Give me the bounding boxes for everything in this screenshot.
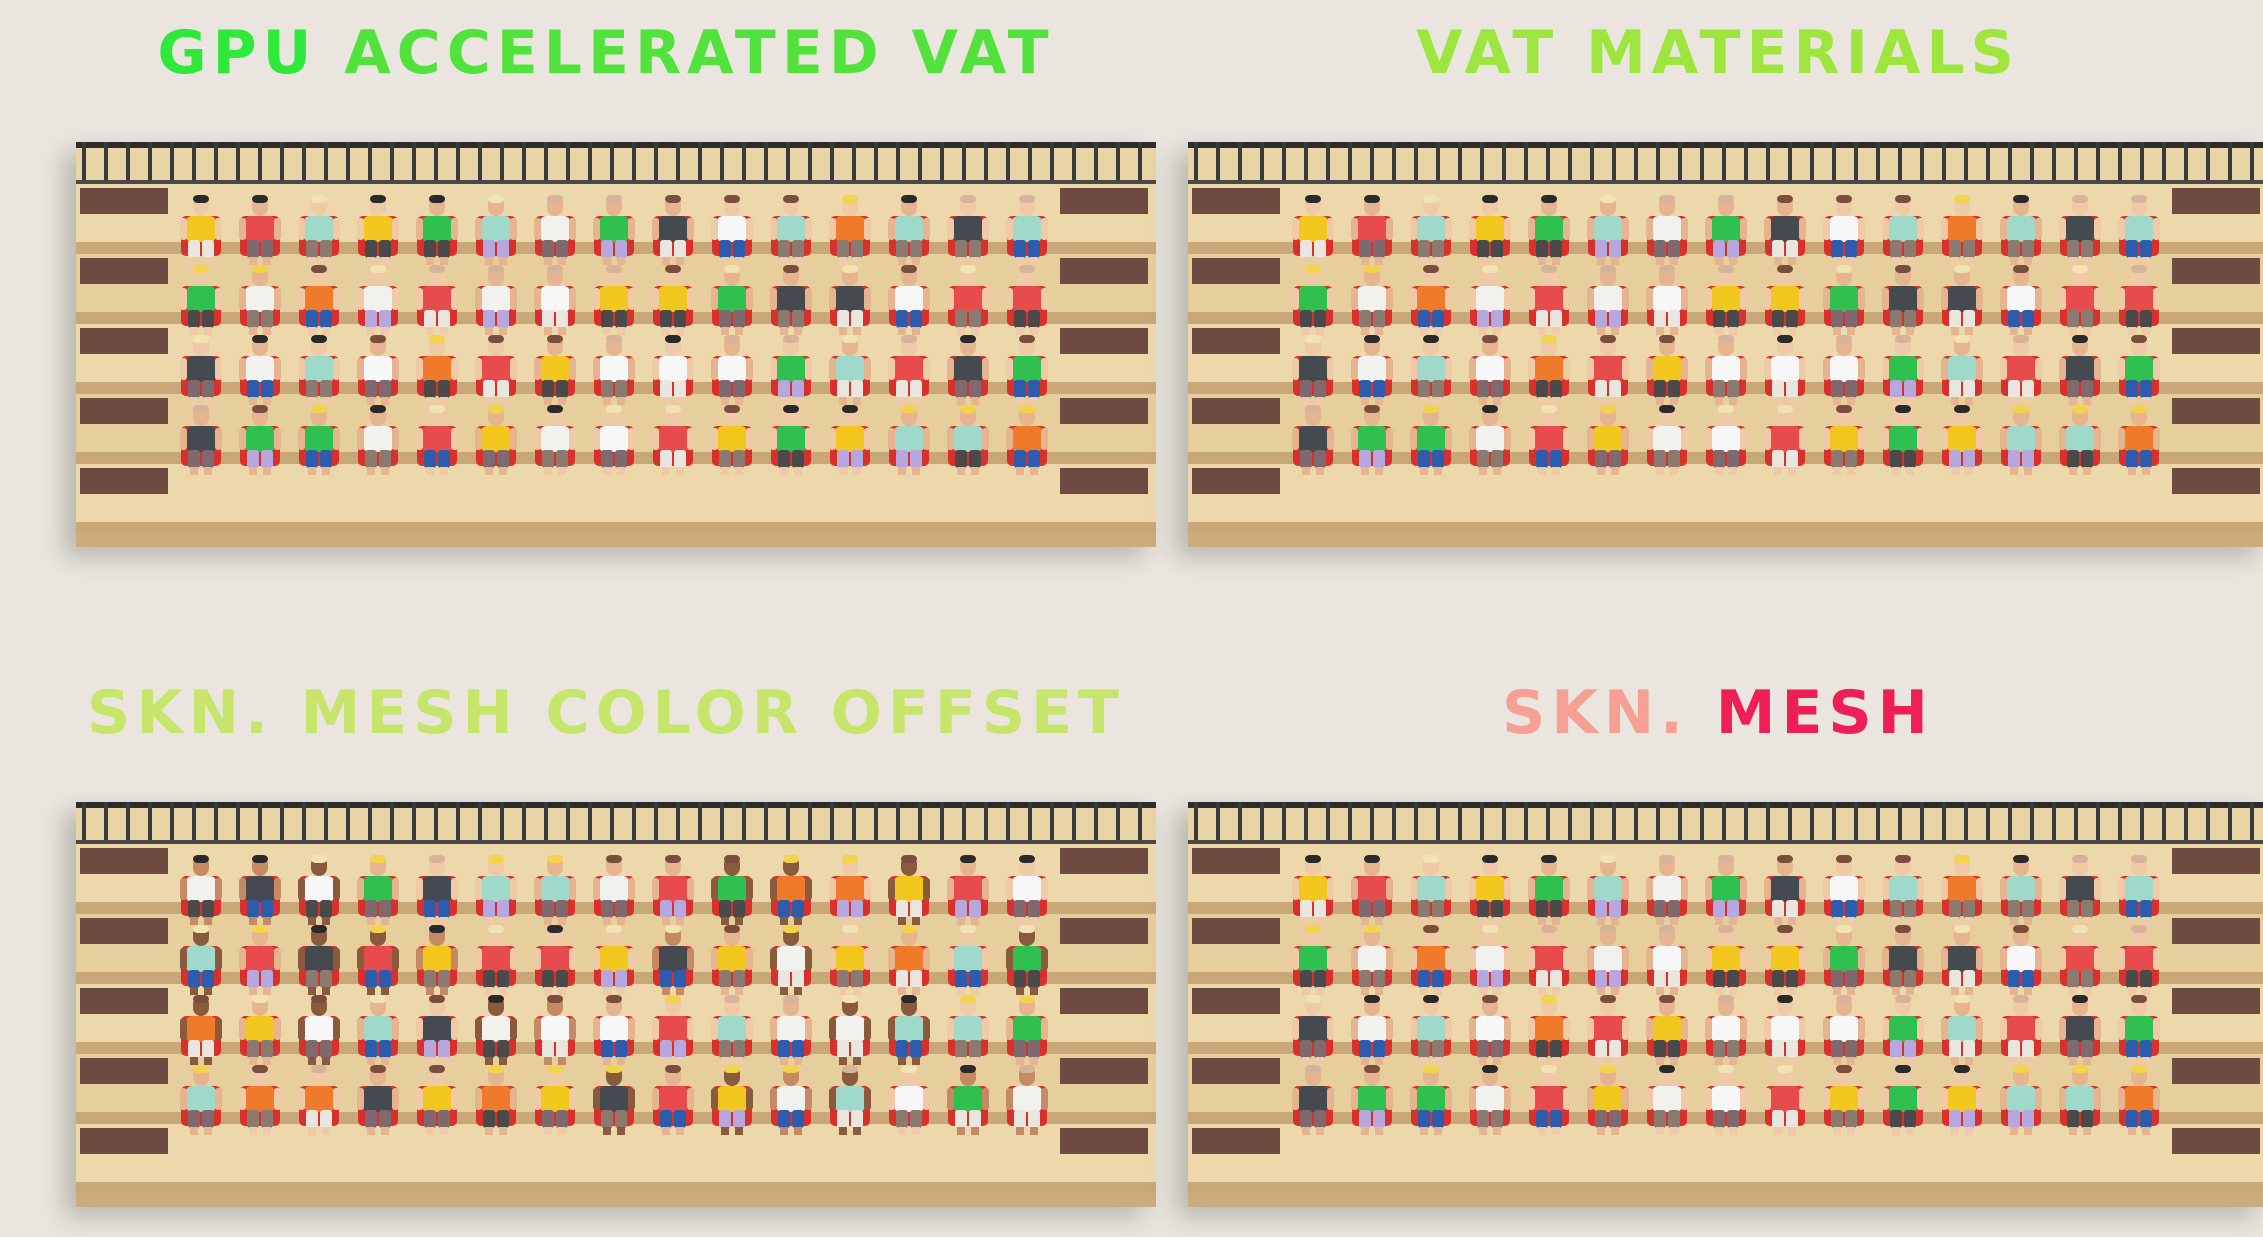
crowd <box>180 855 1048 1135</box>
title-part: SKN. <box>1502 678 1716 748</box>
title-part: ACCELERATED VAT <box>344 18 1055 88</box>
crowd-render <box>1188 802 2263 1207</box>
crowd <box>1292 855 2160 1135</box>
railing <box>76 142 1156 185</box>
panel-title: VAT MATERIALS <box>1168 18 2263 88</box>
stadium-stand <box>1188 802 2263 1207</box>
crowd-render <box>1188 142 2263 547</box>
title-part: GPU <box>157 18 345 88</box>
panel-vat-materials: VAT MATERIALS <box>1168 0 2263 560</box>
panel-skn-mesh-color-offset: SKN. MESH COLOR OFFSET <box>56 660 1156 1220</box>
panel-title: SKN. MESH COLOR OFFSET <box>56 678 1156 748</box>
railing <box>1188 802 2263 845</box>
crowd <box>180 195 1048 475</box>
title-part: VAT MATERIALS <box>1416 18 2020 88</box>
title-part: SKN. MESH COLOR OFFSET <box>87 678 1125 748</box>
stadium-stand <box>1188 142 2263 547</box>
crowd-render <box>76 142 1156 547</box>
stadium-stand <box>76 802 1156 1207</box>
railing <box>76 802 1156 845</box>
crowd-render <box>76 802 1156 1207</box>
panel-title: GPU ACCELERATED VAT <box>56 18 1156 88</box>
railing <box>1188 142 2263 185</box>
stadium-stand <box>76 142 1156 547</box>
panel-skn-mesh: SKN. MESH <box>1168 660 2263 1220</box>
panel-gpu-accelerated-vat: GPU ACCELERATED VAT <box>56 0 1156 560</box>
panel-title: SKN. MESH <box>1168 678 2263 748</box>
title-part: MESH <box>1715 678 1934 748</box>
crowd <box>1292 195 2160 475</box>
